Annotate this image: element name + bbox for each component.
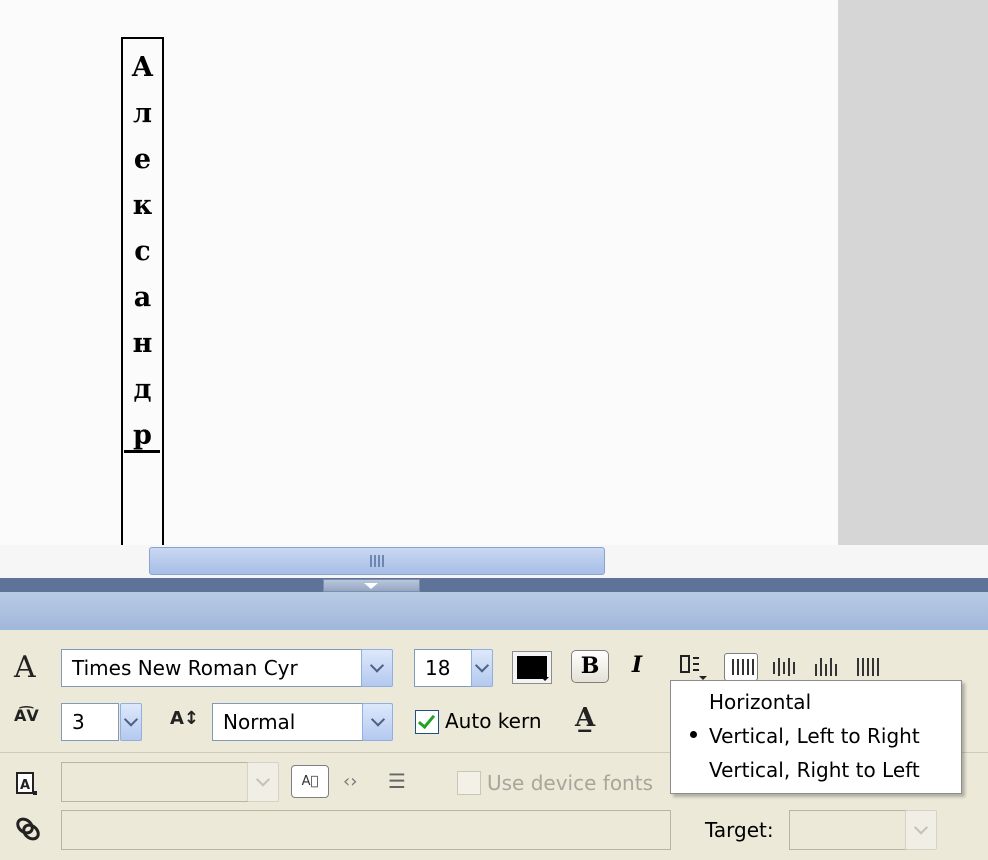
scrollbar-grip-icon	[370, 555, 384, 567]
horizontal-scrollbar-thumb[interactable]	[149, 547, 605, 575]
text-type-dropdown-button	[247, 762, 279, 802]
text-letter: н	[132, 328, 153, 359]
text-color-picker[interactable]	[512, 651, 552, 684]
vertical-text-field[interactable]: А л е к с а н д р	[121, 37, 164, 545]
align-justify-button[interactable]	[850, 653, 884, 681]
text-letter: л	[132, 98, 153, 129]
menu-item-vertical-ltr[interactable]: Vertical, Left to Right	[709, 724, 920, 748]
text-letter: А	[131, 52, 154, 83]
text-letter: а	[133, 282, 152, 313]
character-position-field[interactable]: Normal	[212, 703, 363, 741]
stage-offstage-area	[838, 0, 988, 545]
letter-spacing-icon: A͡V	[14, 706, 39, 725]
auto-kern-label: Auto kern	[445, 709, 542, 733]
svg-text:A: A	[20, 778, 30, 793]
font-size-dropdown-button[interactable]	[471, 649, 493, 687]
use-device-fonts-checkbox	[457, 771, 481, 795]
auto-kern-checkbox[interactable]	[415, 710, 439, 734]
font-size-field[interactable]: 18	[414, 649, 472, 687]
color-swatch-fill	[517, 656, 547, 679]
font-family-dropdown-button[interactable]	[361, 649, 393, 687]
text-letter: с	[134, 236, 151, 267]
list-icon[interactable]: ☰	[388, 769, 406, 793]
selected-bullet-icon	[690, 731, 697, 738]
code-icon[interactable]: ‹›	[343, 771, 357, 792]
target-dropdown-button	[905, 810, 937, 850]
text-letter: к	[132, 190, 153, 221]
rotate-text-icon[interactable]: A̲	[575, 703, 595, 733]
url-link-field[interactable]	[61, 810, 671, 850]
text-cursor	[124, 450, 160, 453]
letter-spacing-slider-button[interactable]	[120, 703, 142, 741]
align-center-button[interactable]	[766, 653, 800, 681]
panel-collapse-button[interactable]	[323, 579, 420, 592]
panel-divider[interactable]	[0, 578, 988, 592]
text-letter: е	[133, 144, 152, 175]
align-bottom-button[interactable]	[808, 653, 842, 681]
character-position-icon: A↕	[170, 708, 200, 729]
font-family-field[interactable]: Times New Roman Cyr	[61, 649, 362, 687]
italic-button[interactable]: I	[624, 650, 650, 683]
bold-button[interactable]: B	[571, 650, 609, 683]
menu-item-horizontal[interactable]: Horizontal	[709, 690, 811, 714]
use-device-fonts-label: Use device fonts	[487, 771, 653, 795]
text-letter: д	[133, 374, 152, 405]
text-direction-icon	[680, 655, 707, 680]
collapse-arrow-icon	[364, 583, 378, 589]
text-orientation-menu: Horizontal Vertical, Left to Right Verti…	[670, 680, 962, 794]
vertical-text-letters: А л е к с а н д р	[123, 45, 162, 459]
character-position-dropdown-button[interactable]	[362, 703, 393, 741]
menu-item-vertical-rtl[interactable]: Vertical, Right to Left	[709, 758, 920, 782]
properties-panel-header[interactable]	[0, 592, 988, 630]
align-top-button[interactable]	[724, 653, 758, 681]
text-type-field	[61, 762, 248, 802]
selectable-button[interactable]: A⃞	[291, 765, 329, 798]
text-type-icon: A	[14, 770, 40, 798]
target-label: Target:	[705, 818, 774, 842]
text-direction-button[interactable]	[677, 650, 709, 682]
font-icon: A	[14, 650, 36, 685]
target-field	[789, 810, 906, 850]
letter-spacing-field[interactable]: 3	[61, 703, 119, 741]
link-icon	[14, 815, 42, 843]
color-dropdown-icon	[541, 677, 549, 681]
